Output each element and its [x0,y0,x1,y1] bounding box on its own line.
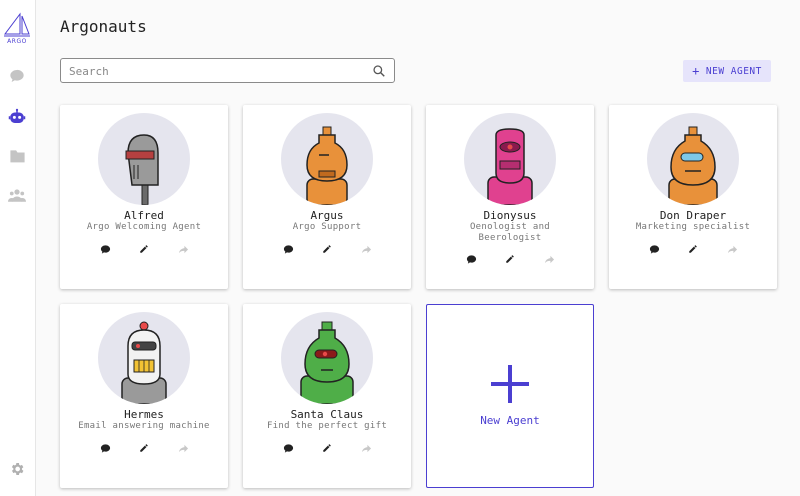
agent-avatar [281,312,373,404]
share-icon[interactable] [359,441,373,455]
chat-icon[interactable] [647,242,661,256]
sailboat-icon [4,12,30,37]
edit-icon[interactable] [320,441,334,455]
new-agent-button[interactable]: + NEW AGENT [683,60,771,82]
agent-avatar [464,113,556,205]
agent-description: Argo Support [292,222,362,232]
agent-name: Don Draper [659,209,727,222]
agent-actions [60,242,228,258]
sidebar-item-folders[interactable] [7,146,27,166]
plus-icon: + [692,64,700,78]
share-icon[interactable] [542,252,556,266]
chat-icon[interactable] [464,252,478,266]
agent-actions [609,242,777,258]
robot-icon [8,108,26,123]
sidebar-item-groups[interactable] [7,185,27,205]
edit-icon[interactable] [686,242,700,256]
agent-avatar [281,113,373,205]
new-agent-card-label: New Agent [480,414,540,427]
agent-actions [243,441,411,457]
logo-text: ARGO [7,38,27,45]
agent-card-dionysus[interactable]: Dionysus Oenologist and Beerologist [426,105,594,289]
chat-icon[interactable] [281,441,295,455]
share-icon[interactable] [176,242,190,256]
search-bar [60,58,395,83]
agent-description: Email answering machine [78,421,210,431]
sidebar: ARGO [0,0,36,496]
agent-actions [243,242,411,258]
agent-card-don-draper[interactable]: Don Draper Marketing specialist [609,105,777,289]
agent-card-alfred[interactable]: Alfred Argo Welcoming Agent [60,105,228,289]
people-icon [8,189,26,202]
agent-description: Argo Welcoming Agent [86,222,202,232]
agent-description: Find the perfect gift [266,421,388,431]
agent-name: Hermes [124,408,164,421]
edit-icon[interactable] [137,441,151,455]
gear-icon [11,463,24,475]
agent-description: Oenologist and Beerologist [469,222,551,243]
chat-icon[interactable] [98,441,112,455]
chat-icon[interactable] [281,242,295,256]
share-icon[interactable] [725,242,739,256]
edit-icon[interactable] [503,252,517,266]
sidebar-item-agents[interactable] [7,107,27,127]
search-input[interactable] [69,62,359,80]
agent-description: Marketing specialist [635,222,751,232]
agent-actions [426,252,594,268]
edit-icon[interactable] [320,242,334,256]
chat-icon[interactable] [98,242,112,256]
folder-icon [9,150,25,163]
new-agent-card[interactable]: New Agent [426,304,594,488]
agent-card-argus[interactable]: Argus Argo Support [243,105,411,289]
edit-icon[interactable] [137,242,151,256]
argo-logo[interactable]: ARGO [3,12,31,50]
agent-actions [60,441,228,457]
agent-name: Argus [310,209,344,222]
page-title: Argonauts [60,17,147,36]
share-icon[interactable] [359,242,373,256]
share-icon[interactable] [176,441,190,455]
agent-avatar [98,312,190,404]
agent-card-santa-claus[interactable]: Santa Claus Find the perfect gift [243,304,411,488]
agent-name: Santa Claus [290,408,364,421]
chat-bubble-icon [10,69,24,82]
agent-name: Dionysus [483,209,537,222]
agent-avatar [98,113,190,205]
plus-icon [491,365,529,403]
agent-avatar [647,113,739,205]
agent-card-hermes[interactable]: Hermes Email answering machine [60,304,228,488]
sidebar-item-chat[interactable] [7,66,27,86]
search-icon[interactable] [372,64,386,78]
settings-button[interactable] [7,459,27,479]
agent-name: Alfred [124,209,164,222]
new-agent-button-label: NEW AGENT [705,65,762,77]
